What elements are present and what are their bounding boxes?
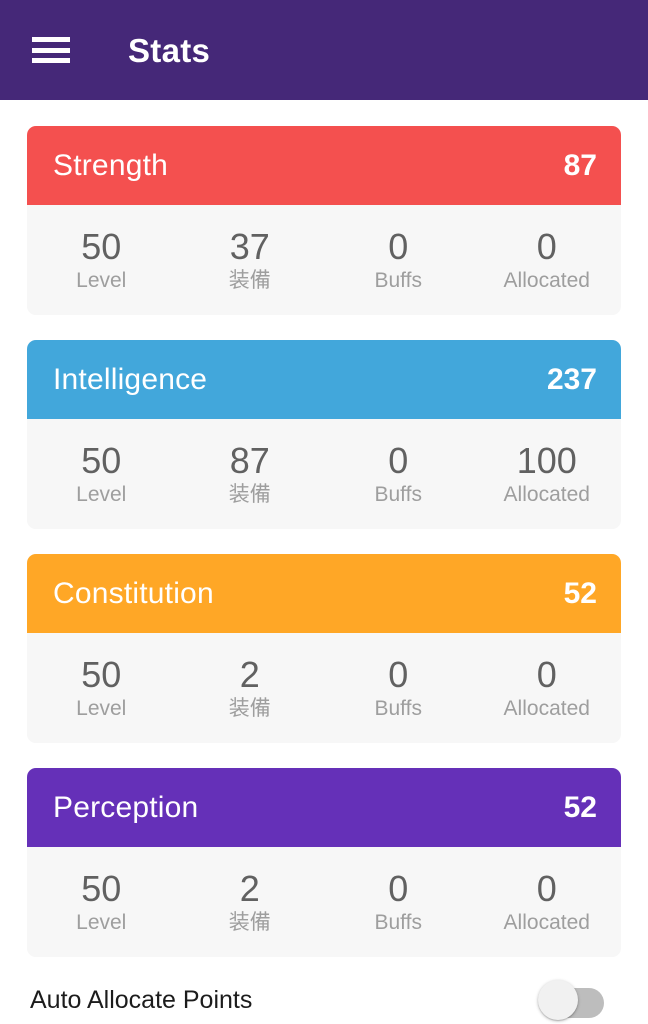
app-bar: Stats xyxy=(0,0,648,100)
stat-column-allocated: 0 Allocated xyxy=(473,868,622,934)
stat-level-value: 50 xyxy=(81,654,122,695)
stat-equipment-label: 装備 xyxy=(228,483,271,506)
stat-equipment-value: 2 xyxy=(239,654,260,695)
auto-allocate-toggle[interactable] xyxy=(538,980,604,1020)
toggle-knob xyxy=(538,980,578,1020)
auto-allocate-label: Auto Allocate Points xyxy=(30,985,253,1014)
stat-allocated-label: Allocated xyxy=(503,911,590,934)
stat-level-label: Level xyxy=(76,697,127,720)
hamburger-menu-icon[interactable] xyxy=(32,37,70,63)
stat-total-value: 52 xyxy=(563,576,597,610)
stat-card-list: Strength 87 50 Level 37 装備 0 Buffs 0 All… xyxy=(0,100,648,957)
stat-equipment-label: 装備 xyxy=(228,697,271,720)
auto-allocate-row[interactable]: Auto Allocate Points xyxy=(0,957,648,1024)
stat-level-label: Level xyxy=(76,911,127,934)
stat-allocated-label: Allocated xyxy=(503,483,590,506)
stat-total-value: 237 xyxy=(546,362,597,396)
stat-allocated-label: Allocated xyxy=(503,269,590,292)
stat-allocated-label: Allocated xyxy=(503,697,590,720)
stat-column-level: 50 Level xyxy=(27,440,176,506)
stat-equipment-value: 37 xyxy=(229,226,270,267)
stat-card-body: 50 Level 2 装備 0 Buffs 0 Allocated xyxy=(27,847,621,957)
stat-column-equipment: 37 装備 xyxy=(176,226,325,292)
page-title: Stats xyxy=(128,31,211,69)
stat-card-body: 50 Level 87 装備 0 Buffs 100 Allocated xyxy=(27,419,621,529)
stat-level-value: 50 xyxy=(81,440,122,481)
stat-column-buffs: 0 Buffs xyxy=(324,226,473,292)
stat-buffs-value: 0 xyxy=(388,226,409,267)
stat-equipment-value: 87 xyxy=(229,440,270,481)
stat-card-intelligence[interactable]: Intelligence 237 50 Level 87 装備 0 Buffs … xyxy=(27,340,621,529)
stat-level-value: 50 xyxy=(81,226,122,267)
stat-column-buffs: 0 Buffs xyxy=(324,440,473,506)
stat-name: Constitution xyxy=(53,576,214,610)
stat-level-label: Level xyxy=(76,483,127,506)
hamburger-bar-2 xyxy=(32,47,70,53)
stat-name: Perception xyxy=(53,790,199,824)
stat-name: Intelligence xyxy=(53,362,208,396)
hamburger-bar-3 xyxy=(32,58,70,63)
stat-level-value: 50 xyxy=(81,868,122,909)
stat-column-level: 50 Level xyxy=(27,654,176,720)
stat-equipment-label: 装備 xyxy=(228,269,271,292)
stat-equipment-label: 装備 xyxy=(228,911,271,934)
stat-buffs-label: Buffs xyxy=(374,269,422,292)
stat-card-header: Intelligence 237 xyxy=(27,340,621,419)
stat-level-label: Level xyxy=(76,269,127,292)
stat-column-level: 50 Level xyxy=(27,226,176,292)
stat-buffs-label: Buffs xyxy=(374,483,422,506)
stat-card-perception[interactable]: Perception 52 50 Level 2 装備 0 Buffs 0 Al… xyxy=(27,768,621,957)
stat-card-body: 50 Level 2 装備 0 Buffs 0 Allocated xyxy=(27,633,621,743)
stat-column-equipment: 87 装備 xyxy=(176,440,325,506)
stat-card-constitution[interactable]: Constitution 52 50 Level 2 装備 0 Buffs 0 xyxy=(27,554,621,743)
stat-name: Strength xyxy=(53,148,169,182)
stat-buffs-value: 0 xyxy=(388,440,409,481)
stat-column-equipment: 2 装備 xyxy=(176,868,325,934)
stat-column-buffs: 0 Buffs xyxy=(324,868,473,934)
stat-buffs-value: 0 xyxy=(388,868,409,909)
stats-screen: Stats Strength 87 50 Level 37 装備 0 Buffs… xyxy=(0,0,648,1024)
stat-allocated-value: 0 xyxy=(536,226,557,267)
stat-allocated-value: 0 xyxy=(536,654,557,695)
hamburger-bar-1 xyxy=(32,37,70,42)
stat-buffs-label: Buffs xyxy=(374,911,422,934)
stat-card-strength[interactable]: Strength 87 50 Level 37 装備 0 Buffs 0 All… xyxy=(27,126,621,315)
stat-allocated-value: 0 xyxy=(536,868,557,909)
stat-card-header: Constitution 52 xyxy=(27,554,621,633)
stat-allocated-value: 100 xyxy=(516,440,577,481)
stat-column-allocated: 0 Allocated xyxy=(473,226,622,292)
stat-card-header: Strength 87 xyxy=(27,126,621,205)
stat-buffs-label: Buffs xyxy=(374,697,422,720)
stat-card-body: 50 Level 37 装備 0 Buffs 0 Allocated xyxy=(27,205,621,315)
stat-buffs-value: 0 xyxy=(388,654,409,695)
stat-total-value: 52 xyxy=(563,790,597,824)
stat-column-level: 50 Level xyxy=(27,868,176,934)
stat-column-allocated: 100 Allocated xyxy=(473,440,622,506)
stat-total-value: 87 xyxy=(563,148,597,182)
stat-column-buffs: 0 Buffs xyxy=(324,654,473,720)
stat-column-equipment: 2 装備 xyxy=(176,654,325,720)
stat-card-header: Perception 52 xyxy=(27,768,621,847)
stat-equipment-value: 2 xyxy=(239,868,260,909)
stat-column-allocated: 0 Allocated xyxy=(473,654,622,720)
